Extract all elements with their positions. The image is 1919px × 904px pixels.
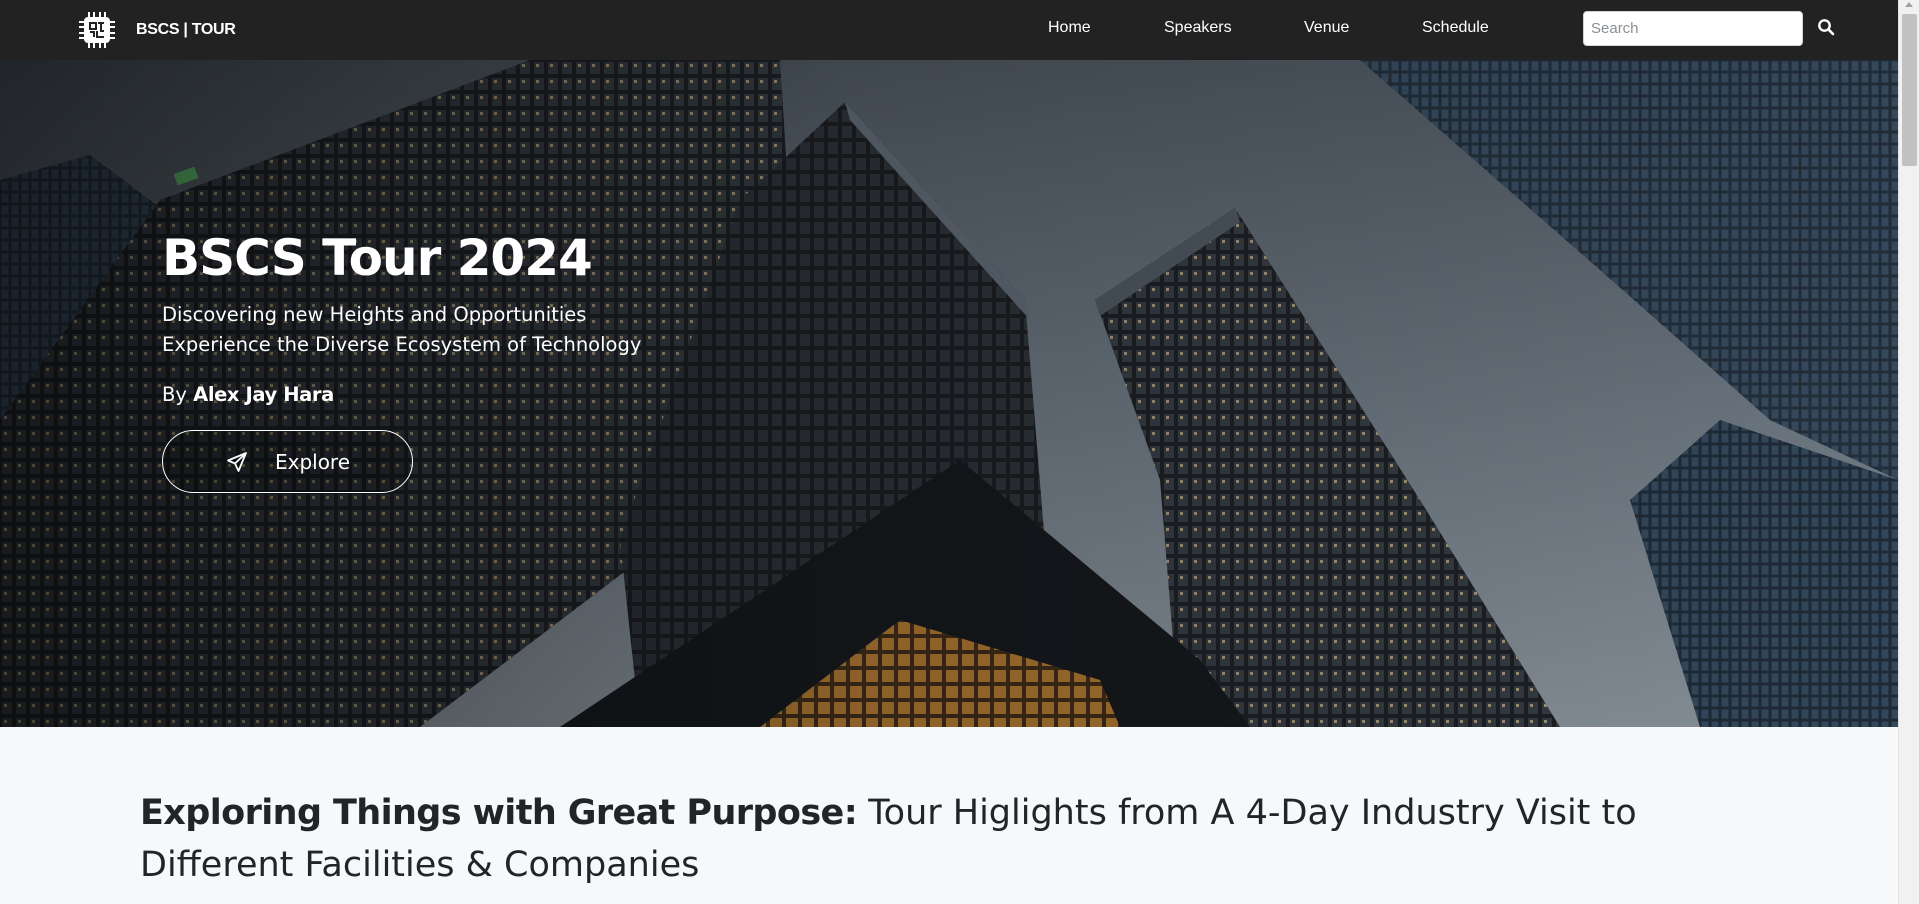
highlights-section: Exploring Things with Great Purpose: Tou… <box>0 727 1898 904</box>
hero-title: BSCS Tour 2024 <box>162 229 593 287</box>
nav-link-venue[interactable]: Venue <box>1304 19 1349 37</box>
hero-section: BSCS Tour 2024 Discovering new Heights a… <box>0 60 1898 727</box>
top-navbar: BSCS | TOUR Home Speakers Venue Schedule <box>0 0 1898 60</box>
section-heading-bold: Exploring Things with Great Purpose: <box>140 793 858 833</box>
paper-plane-icon <box>227 451 247 472</box>
nav-link-schedule[interactable]: Schedule <box>1422 19 1489 37</box>
scroll-up-arrow-icon[interactable] <box>1905 2 1913 7</box>
byline-prefix: By <box>162 383 187 406</box>
search-input[interactable] <box>1583 11 1803 46</box>
section-heading: Exploring Things with Great Purpose: Tou… <box>140 787 1780 891</box>
brand-link[interactable]: BSCS | TOUR <box>78 11 236 49</box>
cpu-chip-icon <box>79 12 115 48</box>
explore-button-label: Explore <box>274 449 351 474</box>
search-icon <box>1818 18 1835 35</box>
explore-button[interactable]: Explore <box>162 430 413 493</box>
hero-byline: By Alex Jay Hara <box>162 383 334 406</box>
scrollbar-thumb[interactable] <box>1902 14 1917 166</box>
page: BSCS | TOUR Home Speakers Venue Schedule <box>0 0 1919 904</box>
search-button[interactable] <box>1815 16 1837 40</box>
nav-link-home[interactable]: Home <box>1048 19 1091 37</box>
hero-subtitle-line-2: Experience the Diverse Ecosystem of Tech… <box>162 333 642 356</box>
nav-link-speakers[interactable]: Speakers <box>1164 19 1232 37</box>
vertical-scrollbar[interactable] <box>1898 0 1919 904</box>
brand-text: BSCS | TOUR <box>136 21 236 38</box>
hero-subtitle-line-1: Discovering new Heights and Opportunitie… <box>162 303 587 326</box>
byline-author: Alex Jay Hara <box>193 383 334 406</box>
